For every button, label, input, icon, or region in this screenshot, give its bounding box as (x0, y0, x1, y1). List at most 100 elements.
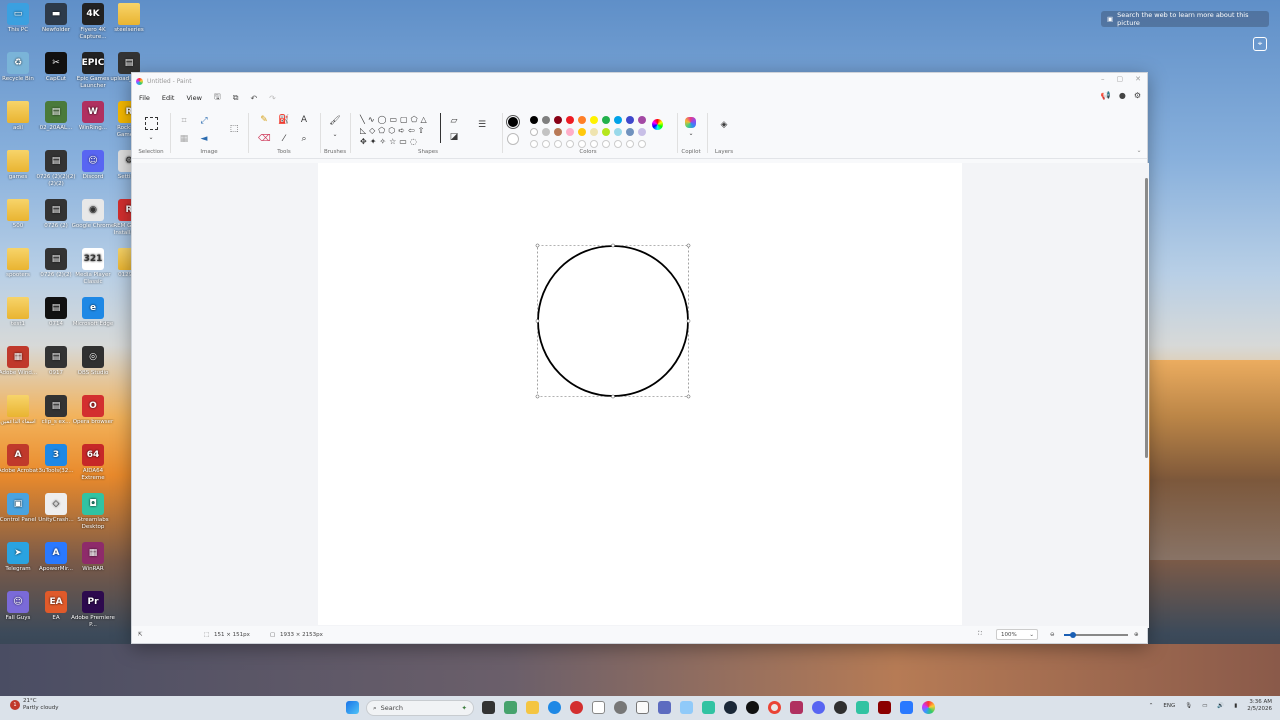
share-icon[interactable]: ⧉ (233, 93, 239, 103)
widgets-icon[interactable] (504, 701, 517, 714)
color-swatch[interactable] (590, 116, 598, 124)
paint-taskbar-icon[interactable] (922, 701, 935, 714)
color-swatch[interactable] (614, 116, 622, 124)
color-swatch[interactable] (530, 116, 538, 124)
pencil-icon[interactable]: ✎ (258, 114, 270, 126)
custom-color-slot[interactable] (614, 140, 622, 148)
resize-icon[interactable]: ⤢ (198, 115, 210, 127)
menu-view[interactable]: View (186, 94, 201, 102)
clock[interactable]: 3:36 AM 2/5/2026 (1247, 699, 1272, 713)
redo-icon[interactable]: ↷ (269, 94, 276, 103)
secondary-color[interactable] (507, 133, 519, 145)
image-search-hint[interactable]: ▣ Search the web to learn more about thi… (1101, 11, 1269, 27)
primary-color[interactable] (506, 115, 520, 129)
custom-color-slot[interactable] (566, 140, 574, 148)
desktop-icon[interactable]: ◎ OBS Studio (71, 346, 115, 377)
custom-color-slot[interactable] (638, 140, 646, 148)
close-button[interactable]: ✕ (1135, 75, 1141, 83)
chevron-down-icon[interactable]: ⌄ (145, 132, 157, 144)
zoom-select[interactable]: 100% ⌄ (996, 629, 1038, 640)
custom-color-slot[interactable] (530, 140, 538, 148)
edge-icon[interactable] (548, 701, 561, 714)
settings-icon[interactable]: ⚙ (1134, 91, 1141, 100)
game-icon[interactable] (878, 701, 891, 714)
layers-icon[interactable]: ◈ (718, 119, 730, 131)
color-swatch[interactable] (542, 128, 550, 136)
resize-handles[interactable] (535, 243, 691, 399)
rotate-icon[interactable]: ◄ (198, 133, 210, 145)
custom-color-slot[interactable] (578, 140, 586, 148)
chevron-down-icon[interactable]: ⌄ (685, 128, 697, 140)
shapes-scrollbar[interactable] (440, 113, 441, 143)
brush-icon[interactable]: 🖌 (329, 115, 341, 127)
chevron-down-icon[interactable]: ⌄ (329, 129, 341, 141)
outline-icon[interactable]: ▱ (448, 115, 460, 127)
fill-icon[interactable]: ⛽ (278, 114, 290, 126)
ribbon-collapse-icon[interactable]: ⌄ (1133, 145, 1145, 157)
color-swatch[interactable] (554, 116, 562, 124)
visual-search-button[interactable]: ⌖ (1253, 37, 1267, 51)
settings-taskbar-icon[interactable] (614, 701, 627, 714)
photos-icon[interactable] (680, 701, 693, 714)
color-swatch[interactable] (614, 128, 622, 136)
color-swatch[interactable] (626, 116, 634, 124)
color-swatch[interactable] (638, 128, 646, 136)
shapes-gallery[interactable]: ╲∿◯▭▢⬠△ ◺◇⬠⬡➪⇦⇧ ✥✦✧☆▭◌ (360, 114, 440, 147)
file-explorer-icon[interactable] (526, 701, 539, 714)
desktop-icon[interactable]: 64 AIDA64 Extreme (71, 444, 115, 481)
desktop-icon[interactable]: O Opera browser (71, 395, 115, 426)
crop-icon[interactable]: ⌗ (178, 115, 190, 127)
microphone-icon[interactable]: 🎙 (1185, 703, 1192, 709)
streamlabs-active-icon[interactable] (856, 701, 869, 714)
obs-icon[interactable] (834, 701, 847, 714)
announcements-icon[interactable]: 📢 (1101, 91, 1111, 100)
size-icon[interactable]: ☰ (476, 119, 488, 131)
network-icon[interactable]: ▭ (1202, 703, 1207, 709)
opera-icon[interactable] (570, 701, 583, 714)
desktop-icon[interactable]: e Microsoft Edge (71, 297, 115, 328)
color-swatch[interactable] (578, 116, 586, 124)
image-select-icon[interactable]: ⬚ (228, 123, 240, 135)
task-view-icon[interactable] (482, 701, 495, 714)
color-swatch[interactable] (554, 128, 562, 136)
desktop-icon[interactable]: Pr Adobe Premiere P... (71, 591, 115, 628)
battery-icon[interactable]: ▮ (1234, 703, 1237, 709)
copilot-icon[interactable] (685, 117, 696, 128)
edit-colors-icon[interactable] (652, 119, 663, 130)
custom-color-slot[interactable] (626, 140, 634, 148)
apowermirror-icon[interactable] (900, 701, 913, 714)
menu-edit[interactable]: Edit (162, 94, 175, 102)
menu-file[interactable]: File (139, 94, 150, 102)
maximize-button[interactable]: ▢ (1117, 75, 1124, 83)
document-icon[interactable] (636, 701, 649, 714)
custom-color-slot[interactable] (590, 140, 598, 148)
color-swatch[interactable] (566, 116, 574, 124)
scrollbar-thumb[interactable] (1145, 178, 1148, 458)
weather-widget[interactable]: 1 21°C Partly cloudy (10, 698, 59, 712)
taskbar-search[interactable]: ⌕ Search ✦ (366, 700, 474, 716)
start-icon[interactable] (346, 701, 359, 714)
magnifier-icon[interactable]: ⌕ (298, 133, 310, 145)
undo-icon[interactable]: ↶ (250, 94, 257, 103)
color-swatch[interactable] (602, 128, 610, 136)
color-picker-icon[interactable]: ⁄ (278, 133, 290, 145)
color-swatch[interactable] (578, 128, 586, 136)
drawing-canvas[interactable] (318, 163, 962, 625)
fill-style-icon[interactable]: ◪ (448, 131, 460, 143)
discord-icon[interactable] (812, 701, 825, 714)
streamlabs-icon[interactable] (702, 701, 715, 714)
volume-icon[interactable]: 🔊 (1217, 703, 1224, 709)
color-swatch[interactable] (530, 128, 538, 136)
custom-color-slot[interactable] (602, 140, 610, 148)
unity-icon[interactable] (746, 701, 759, 714)
save-icon[interactable]: 🖫 (214, 91, 221, 105)
desktop-icon[interactable]: ▦ WinRAR (71, 542, 115, 573)
remove-bg-icon[interactable]: ▦ (178, 133, 190, 145)
zoom-out-icon[interactable]: ⊖ (1050, 632, 1055, 638)
text-icon[interactable]: A (298, 114, 310, 126)
calculator-icon[interactable] (658, 701, 671, 714)
vertical-scrollbar[interactable] (1144, 163, 1149, 628)
desktop-icon[interactable]: steelseries (107, 3, 151, 34)
select-rect-icon[interactable] (145, 117, 158, 130)
winring-icon[interactable] (790, 701, 803, 714)
